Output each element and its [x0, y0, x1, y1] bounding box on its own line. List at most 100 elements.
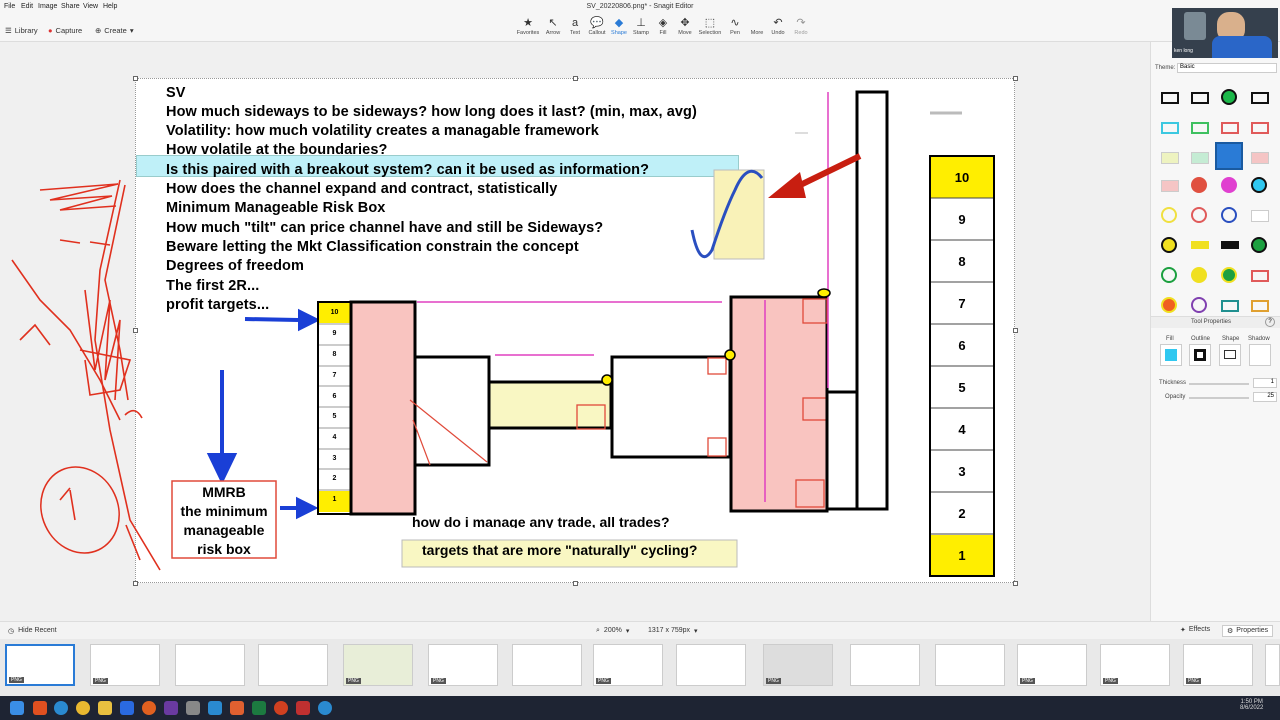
red-scribbles [11, 179, 161, 571]
style-preset[interactable] [1191, 177, 1207, 193]
recent-thumbnail[interactable] [1265, 644, 1280, 686]
effects-button[interactable]: ✦ Effects [1176, 625, 1214, 635]
taskbar-clock[interactable]: 1:50 PM 8/6/2022 [1240, 699, 1263, 711]
style-preset[interactable] [1161, 207, 1177, 223]
style-preset[interactable] [1251, 122, 1269, 134]
style-preset[interactable] [1221, 89, 1237, 105]
hide-recent-button[interactable]: ◷ Hide Recent [8, 627, 57, 635]
salmon-box-right[interactable] [729, 295, 829, 513]
style-preset[interactable] [1191, 92, 1209, 104]
style-preset[interactable] [1251, 152, 1269, 164]
chevron-down-icon: ▾ [625, 628, 630, 635]
style-preset[interactable] [1221, 177, 1237, 193]
style-preset[interactable] [1161, 297, 1177, 313]
app-icon[interactable] [164, 701, 178, 715]
app-icon[interactable] [142, 701, 156, 715]
style-preset[interactable] [1251, 210, 1269, 222]
tall-box[interactable] [855, 90, 889, 511]
help-icon[interactable]: ? [1265, 317, 1275, 327]
app-icon[interactable] [120, 701, 134, 715]
style-preset[interactable] [1251, 237, 1267, 253]
outline-swatch[interactable] [1189, 344, 1211, 366]
style-preset[interactable] [1191, 267, 1207, 283]
app-icon[interactable] [318, 701, 332, 715]
app-icon[interactable] [54, 701, 68, 715]
style-preset[interactable] [1161, 267, 1177, 283]
recent-thumbnail[interactable]: PNG [763, 644, 833, 686]
opacity-input[interactable]: 25 [1253, 392, 1277, 402]
folder-icon[interactable] [98, 701, 112, 715]
recent-thumbnail[interactable] [676, 644, 746, 686]
theme-select[interactable]: Basic [1177, 63, 1277, 73]
app-icon[interactable] [274, 701, 288, 715]
small-scale-label: 7 [332, 372, 337, 379]
app-icon[interactable] [186, 701, 200, 715]
small-scale-label: 5 [332, 413, 337, 420]
recent-thumbnail[interactable]: PNG [428, 644, 498, 686]
white-box-left[interactable] [413, 355, 491, 467]
dimensions-control[interactable]: 1317 x 759px ▾ [648, 627, 698, 635]
recent-thumbnail[interactable] [935, 644, 1005, 686]
style-preset[interactable] [1221, 241, 1239, 249]
shape-swatch[interactable] [1219, 344, 1241, 366]
thickness-input[interactable]: 1 [1253, 378, 1277, 388]
recent-thumbnail[interactable]: PNG [5, 644, 75, 686]
style-preset-selected[interactable] [1215, 142, 1243, 170]
white-box-right[interactable] [610, 355, 732, 459]
small-scale-label: 10 [330, 309, 339, 316]
fill-swatch[interactable] [1160, 344, 1182, 366]
style-preset[interactable] [1191, 207, 1207, 223]
big-scale-label: 6 [958, 338, 966, 353]
big-scale-label: 2 [958, 506, 966, 521]
style-preset[interactable] [1251, 300, 1269, 312]
opacity-slider[interactable] [1189, 397, 1249, 399]
style-preset[interactable] [1251, 177, 1267, 193]
app-icon[interactable] [208, 701, 222, 715]
style-preset[interactable] [1221, 267, 1237, 283]
recent-thumbnail[interactable]: PNG [593, 644, 663, 686]
style-preset[interactable] [1161, 152, 1179, 164]
theme-value: Basic [1180, 64, 1195, 70]
recent-thumbnail[interactable]: PNG [1017, 644, 1087, 686]
style-preset[interactable] [1161, 92, 1179, 104]
style-preset[interactable] [1251, 92, 1269, 104]
recent-thumbnail[interactable]: PNG [90, 644, 160, 686]
mmrb-line: the minimum [180, 503, 268, 519]
app-icon[interactable] [296, 701, 310, 715]
recent-thumbnail[interactable]: PNG [1183, 644, 1253, 686]
style-preset[interactable] [1161, 180, 1179, 192]
recent-thumbnail[interactable]: PNG [343, 644, 413, 686]
style-preset[interactable] [1251, 270, 1269, 282]
zoom-icon: ⌕ [596, 627, 600, 634]
windows-start-icon[interactable] [10, 701, 24, 715]
style-preset[interactable] [1191, 297, 1207, 313]
salmon-box-left[interactable] [349, 300, 417, 516]
zoom-control[interactable]: ⌕ 200% ▾ [596, 627, 629, 635]
recent-thumbnail[interactable]: PNG [1100, 644, 1170, 686]
app-icon[interactable] [76, 701, 90, 715]
properties-button[interactable]: ⚙ Properties [1222, 625, 1274, 637]
style-preset[interactable] [1161, 237, 1177, 253]
style-preset[interactable] [1161, 122, 1179, 134]
recent-thumbnail[interactable] [850, 644, 920, 686]
recent-thumbnail[interactable] [512, 644, 582, 686]
clock-icon: ◷ [8, 628, 15, 635]
style-preset[interactable] [1221, 122, 1239, 134]
app-icon[interactable] [33, 701, 47, 715]
recent-thumbnail[interactable] [258, 644, 328, 686]
app-icon[interactable] [252, 701, 266, 715]
style-preset[interactable] [1221, 300, 1239, 312]
style-preset[interactable] [1221, 207, 1237, 223]
app-icon[interactable] [230, 701, 244, 715]
thickness-slider[interactable] [1189, 383, 1249, 385]
style-preset[interactable] [1191, 241, 1209, 249]
red-arrow-head [768, 172, 806, 198]
recent-thumbnail[interactable] [175, 644, 245, 686]
shadow-swatch[interactable] [1249, 344, 1271, 366]
style-preset[interactable] [1191, 152, 1209, 164]
style-preset[interactable] [1191, 122, 1209, 134]
png-tag: PNG [93, 678, 108, 684]
fill-color [1165, 349, 1177, 361]
webcam-name: ken long [1174, 48, 1193, 54]
tall-box-lower[interactable] [825, 390, 859, 511]
